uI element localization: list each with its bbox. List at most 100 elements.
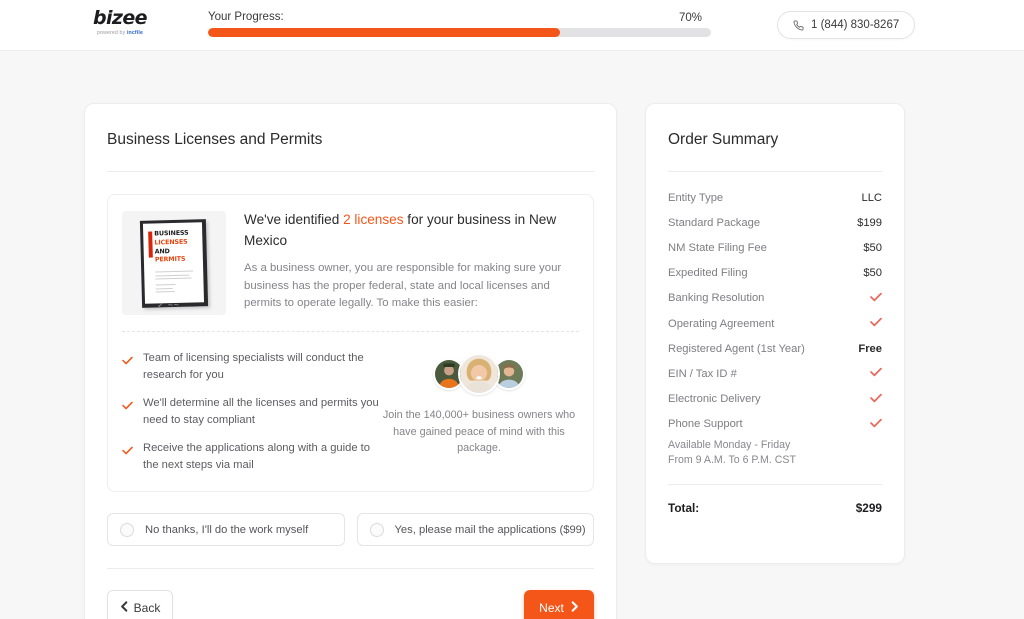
top-header-bar: bizee powered by incfile Your Progress: … xyxy=(0,0,1024,51)
radio-button-icon[interactable] xyxy=(120,522,134,537)
summary-row: EIN / Tax ID # xyxy=(668,361,882,386)
summary-title-divider xyxy=(668,171,882,172)
social-proof-block: Join the 140,000+ business owners who ha… xyxy=(381,348,577,473)
page-body: Business Licenses and Permits BUSINESS L… xyxy=(0,51,1024,619)
summary-label: EIN / Tax ID # xyxy=(668,367,737,380)
document-line-3a: AND xyxy=(154,247,170,255)
promo-top-section: BUSINESS LICENSES AND PERMITS ✓ ~~ We've… xyxy=(108,195,593,331)
feature-text: Receive the applications along with a gu… xyxy=(143,442,371,471)
licenses-document-thumbnail: BUSINESS LICENSES AND PERMITS ✓ ~~ xyxy=(122,211,226,315)
summary-value: $50 xyxy=(863,267,882,280)
next-button[interactable]: Next xyxy=(524,590,594,619)
document-line-1: BUSINESS xyxy=(154,229,189,238)
document-accent-bar xyxy=(148,231,153,258)
radio-option-label: Yes, please mail the applications ($99) xyxy=(394,523,586,536)
summary-row: Operating Agreement xyxy=(668,311,882,336)
summary-row: Standard Package $199 xyxy=(668,210,882,235)
phone-support-note: Available Monday - Friday From 9 A.M. To … xyxy=(668,438,796,466)
document-line-3: AND PERMITS xyxy=(155,246,198,265)
chevron-right-icon xyxy=(571,600,579,615)
navigation-row: Back Next xyxy=(107,590,594,619)
main-content-card: Business Licenses and Permits BUSINESS L… xyxy=(84,103,617,619)
nav-divider xyxy=(107,568,594,569)
back-button[interactable]: Back xyxy=(107,590,173,619)
included-check-icon xyxy=(870,292,882,305)
summary-row: Expedited Filing $50 xyxy=(668,261,882,286)
included-check-icon xyxy=(870,393,882,406)
summary-value: LLC xyxy=(861,191,882,204)
promo-bottom-section: Team of licensing specialists will condu… xyxy=(108,332,593,491)
summary-label: Expedited Filing xyxy=(668,267,748,280)
summary-label: NM State Filing Fee xyxy=(668,241,767,254)
feature-list: Team of licensing specialists will condu… xyxy=(122,348,381,473)
promo-description: As a business owner, you are responsible… xyxy=(244,262,562,309)
next-button-label: Next xyxy=(539,600,564,615)
phone-icon xyxy=(793,19,804,31)
phone-number-text: 1 (844) 830-8267 xyxy=(811,19,900,31)
logo-tagline-prefix: powered by xyxy=(97,30,127,36)
included-check-icon xyxy=(870,317,882,330)
promo-copy: We've identified 2 licenses for your bus… xyxy=(226,209,577,315)
summary-row: Electronic Delivery xyxy=(668,387,882,412)
summary-row: Registered Agent (1st Year) Free xyxy=(668,336,882,361)
logo-tagline: powered by incfile xyxy=(85,30,155,36)
summary-row: Entity Type LLC xyxy=(668,185,882,210)
summary-label: Registered Agent (1st Year) xyxy=(668,342,805,355)
social-proof-text: Join the 140,000+ business owners who ha… xyxy=(382,409,576,454)
title-divider xyxy=(107,171,594,172)
summary-label: Phone Support xyxy=(668,418,743,431)
radio-button-icon[interactable] xyxy=(369,522,384,537)
check-icon xyxy=(122,352,133,370)
progress-percent-label: 70% xyxy=(679,12,703,24)
radio-option-label: No thanks, I'll do the work myself xyxy=(145,523,309,536)
progress-bar-track xyxy=(208,28,711,37)
summary-row: Phone Support xyxy=(668,412,882,437)
total-value: $299 xyxy=(855,500,882,515)
summary-row: NM State Filing Fee $50 xyxy=(668,235,882,260)
included-check-icon xyxy=(870,367,882,380)
total-label: Total: xyxy=(668,500,700,515)
order-total-row: Total: $299 xyxy=(668,501,882,515)
document-body-lines xyxy=(155,270,199,293)
check-icon xyxy=(122,397,133,415)
avatar-group xyxy=(381,352,577,396)
logo-wordmark: bizee xyxy=(93,7,148,29)
progress-label: Your Progress: xyxy=(208,11,284,23)
phone-contact-button[interactable]: 1 (844) 830-8267 xyxy=(777,11,916,39)
licenses-promo-panel: BUSINESS LICENSES AND PERMITS ✓ ~~ We've… xyxy=(107,194,594,492)
summary-value: Free xyxy=(858,342,882,355)
feature-text: Team of licensing specialists will condu… xyxy=(143,352,364,381)
document-frame: BUSINESS LICENSES AND PERMITS ✓ ~~ xyxy=(139,218,209,310)
feature-text: We'll determine all the licenses and per… xyxy=(143,397,379,426)
document-line-3b: PERMITS xyxy=(154,255,186,264)
included-check-icon xyxy=(870,418,882,431)
feature-item: Team of licensing specialists will condu… xyxy=(122,350,381,383)
progress-section: Your Progress: xyxy=(208,11,711,37)
promo-heading-pre: We've identified xyxy=(244,212,344,227)
check-icon xyxy=(122,442,133,460)
progress-bar-fill xyxy=(208,28,561,37)
summary-label: Standard Package xyxy=(668,216,761,229)
brand-logo[interactable]: bizee powered by incfile xyxy=(85,7,155,37)
document-line-2: LICENSES xyxy=(154,237,188,246)
avatar xyxy=(458,353,500,395)
order-summary-list: Entity Type LLC Standard Package $199 NM Sta… xyxy=(668,185,882,468)
order-summary-card: Order Summary Entity Type LLC Standard Pac… xyxy=(645,103,905,564)
summary-value: $50 xyxy=(863,241,882,254)
chevron-left-icon xyxy=(120,600,128,615)
summary-value: $199 xyxy=(857,216,882,229)
order-summary-title: Order Summary xyxy=(668,131,779,148)
summary-label: Electronic Delivery xyxy=(668,393,761,406)
promo-heading-highlight: 2 licenses xyxy=(343,212,404,227)
radio-option-0[interactable]: No thanks, I'll do the work myself xyxy=(107,513,345,546)
page-title: Business Licenses and Permits xyxy=(107,131,323,148)
summary-row: Banking Resolution xyxy=(668,286,882,311)
radio-option-1[interactable]: Yes, please mail the applications ($99) xyxy=(356,513,594,546)
mail-option-radio-group: No thanks, I'll do the work myself Yes, p… xyxy=(107,513,594,546)
summary-label: Entity Type xyxy=(668,191,724,204)
logo-tagline-brand: incfile xyxy=(126,30,143,36)
back-button-label: Back xyxy=(133,600,161,615)
feature-item: Receive the applications along with a gu… xyxy=(122,440,381,473)
document-signature: ✓ ~~ xyxy=(156,300,180,310)
summary-label: Operating Agreement xyxy=(668,317,775,330)
